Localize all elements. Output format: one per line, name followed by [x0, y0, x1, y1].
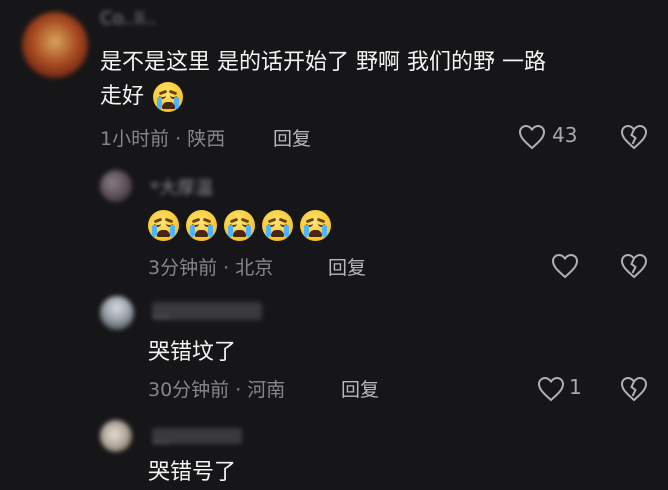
comment-meta: 3分钟前 · 北京 [148, 257, 274, 279]
avatar[interactable] [100, 170, 132, 202]
like-count: 1 [569, 375, 582, 399]
like-button[interactable]: 43 [518, 122, 590, 152]
heart-outline-icon [551, 253, 579, 279]
comment-text: 走好 [100, 80, 184, 114]
emoji-row [148, 210, 331, 241]
comment-meta: 1小时前 · 陕西 [100, 128, 226, 150]
avatar[interactable] [100, 296, 134, 330]
broken-heart-icon [620, 376, 648, 402]
username[interactable]: ... [152, 428, 242, 449]
crying-face-icon [186, 210, 217, 241]
like-button[interactable] [551, 253, 579, 281]
like-button[interactable]: 1 [537, 374, 587, 404]
comment-text: 哭错号了 [148, 460, 237, 485]
heart-outline-icon [518, 124, 546, 150]
crying-face-icon [224, 210, 255, 241]
like-count: 43 [552, 123, 578, 147]
comment-text-line: 走好 [100, 84, 145, 109]
broken-heart-icon [620, 124, 648, 150]
username[interactable]: ... [152, 302, 262, 323]
comment-text: 是不是这里 是的话开始了 野啊 我们的野 一路 [100, 46, 546, 80]
dislike-button[interactable] [620, 124, 648, 152]
heart-outline-icon [537, 376, 565, 402]
crying-face-icon [148, 210, 179, 241]
comment-meta: 30分钟前 · 河南 [148, 379, 286, 401]
crying-face-icon [262, 210, 293, 241]
username[interactable]: Co..li.. [100, 8, 156, 29]
reply-button[interactable]: 回复 [328, 253, 366, 280]
avatar[interactable] [100, 420, 132, 452]
avatar[interactable] [22, 12, 88, 78]
dislike-button[interactable] [620, 253, 648, 281]
dislike-button[interactable] [620, 376, 648, 404]
comment-text: 哭错坟了 [148, 340, 237, 365]
broken-heart-icon [620, 253, 648, 279]
reply-button[interactable]: 回复 [341, 375, 379, 402]
username[interactable]: *大厚温 [150, 174, 213, 200]
comment-text-line: 是不是这里 是的话开始了 野啊 我们的野 一路 [100, 50, 546, 75]
crying-face-icon [300, 210, 331, 241]
reply-button[interactable]: 回复 [273, 124, 311, 151]
crying-face-icon [153, 82, 184, 112]
